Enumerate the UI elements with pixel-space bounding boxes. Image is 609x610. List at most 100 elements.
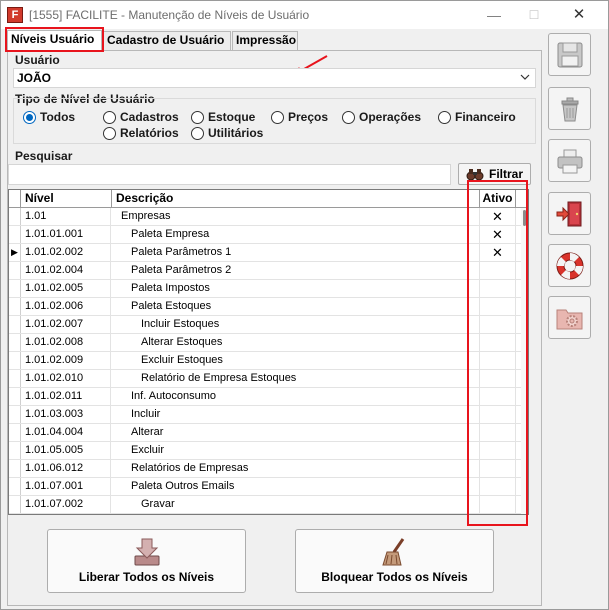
cell-ativo[interactable]: [480, 406, 516, 423]
cell-descricao[interactable]: Gravar: [111, 496, 480, 513]
settings-button[interactable]: [548, 296, 591, 339]
help-button[interactable]: [548, 244, 591, 287]
radio-operacoes[interactable]: Operações: [342, 109, 421, 125]
scrollbar-thumb[interactable]: [523, 210, 526, 226]
cell-nivel[interactable]: 1.01.02.006: [23, 298, 111, 315]
cell-nivel[interactable]: 1.01.02.010: [23, 370, 111, 387]
cell-nivel[interactable]: 1.01.02.009: [23, 352, 111, 369]
cell-descricao[interactable]: Paleta Estoques: [111, 298, 480, 315]
cell-nivel[interactable]: 1.01.02.011: [23, 388, 111, 405]
table-row[interactable]: 1.01.06.012 Relatórios de Empresas: [9, 460, 521, 478]
table-row[interactable]: 1.01.01.001 Paleta Empresa ✕: [9, 226, 521, 244]
cell-descricao[interactable]: Excluir Estoques: [111, 352, 480, 369]
filter-button[interactable]: Filtrar: [458, 163, 531, 185]
cell-descricao[interactable]: Excluir: [111, 442, 480, 459]
close-button[interactable]: ✕: [568, 5, 590, 25]
cell-nivel[interactable]: 1.01.02.002: [23, 244, 111, 261]
radio-label: Preços: [288, 110, 329, 124]
cell-ativo[interactable]: ✕: [480, 208, 516, 225]
cell-nivel[interactable]: 1.01.07.002: [23, 496, 111, 513]
cell-descricao[interactable]: Incluir: [111, 406, 480, 423]
table-row[interactable]: 1.01.05.005 Excluir: [9, 442, 521, 460]
table-row[interactable]: 1.01.02.010 Relatório de Empresa Estoques: [9, 370, 521, 388]
cell-descricao[interactable]: Alterar: [111, 424, 480, 441]
minimize-button[interactable]: —: [483, 5, 505, 25]
cell-descricao[interactable]: Paleta Outros Emails: [111, 478, 480, 495]
tab-niveis-usuario[interactable]: Níveis Usuário: [7, 30, 102, 51]
cell-nivel[interactable]: 1.01.01.001: [23, 226, 111, 243]
cell-nivel[interactable]: 1.01: [23, 208, 111, 225]
table-row[interactable]: 1.01.07.002 Gravar: [9, 496, 521, 514]
table-row[interactable]: 1.01.02.005 Paleta Impostos: [9, 280, 521, 298]
radio-cadastros[interactable]: Cadastros: [103, 109, 179, 125]
column-header-ativo[interactable]: Ativo: [480, 190, 516, 208]
radio-utilitarios[interactable]: Utilitários: [191, 125, 263, 141]
tab-cadastro-usuario[interactable]: Cadastro de Usuário: [103, 31, 231, 50]
cell-ativo[interactable]: [480, 424, 516, 441]
save-button[interactable]: [548, 33, 591, 76]
cell-descricao[interactable]: Relatórios de Empresas: [111, 460, 480, 477]
column-header-descricao[interactable]: Descrição: [112, 190, 480, 208]
cell-nivel[interactable]: 1.01.03.003: [23, 406, 111, 423]
table-row[interactable]: 1.01.03.003 Incluir: [9, 406, 521, 424]
column-header-nivel[interactable]: Nível: [21, 190, 112, 208]
cell-nivel[interactable]: 1.01.02.005: [23, 280, 111, 297]
cell-descricao[interactable]: Relatório de Empresa Estoques: [111, 370, 480, 387]
cell-nivel[interactable]: 1.01.02.004: [23, 262, 111, 279]
release-all-button[interactable]: Liberar Todos os Níveis: [47, 529, 246, 593]
tab-impressao[interactable]: Impressão: [232, 31, 298, 50]
cell-nivel[interactable]: 1.01.02.007: [23, 316, 111, 333]
cell-ativo[interactable]: [480, 316, 516, 333]
cell-nivel[interactable]: 1.01.07.001: [23, 478, 111, 495]
table-row[interactable]: 1.01.02.006 Paleta Estoques: [9, 298, 521, 316]
radio-estoque[interactable]: Estoque: [191, 109, 255, 125]
cell-nivel[interactable]: 1.01.04.004: [23, 424, 111, 441]
table-row[interactable]: 1.01.02.004 Paleta Parâmetros 2: [9, 262, 521, 280]
cell-descricao[interactable]: Paleta Empresa: [111, 226, 480, 243]
cell-ativo[interactable]: [480, 388, 516, 405]
user-select[interactable]: JOÃO: [13, 68, 536, 88]
cell-ativo[interactable]: [480, 298, 516, 315]
search-input[interactable]: [8, 164, 451, 185]
cell-nivel[interactable]: 1.01.05.005: [23, 442, 111, 459]
radio-financeiro[interactable]: Financeiro: [438, 109, 516, 125]
table-row[interactable]: 1.01.02.011 Inf. Autoconsumo: [9, 388, 521, 406]
cell-descricao[interactable]: Inf. Autoconsumo: [111, 388, 480, 405]
table-row[interactable]: 1.01.02.009 Excluir Estoques: [9, 352, 521, 370]
block-all-button[interactable]: Bloquear Todos os Níveis: [295, 529, 494, 593]
chevron-down-icon[interactable]: [520, 70, 530, 87]
cell-ativo[interactable]: [480, 370, 516, 387]
cell-descricao[interactable]: Empresas: [111, 208, 480, 225]
cell-ativo[interactable]: ✕: [480, 244, 516, 261]
cell-ativo[interactable]: [480, 442, 516, 459]
table-row[interactable]: ▶ 1.01.02.002 Paleta Parâmetros 1 ✕: [9, 244, 521, 262]
cell-ativo[interactable]: [480, 262, 516, 279]
cell-ativo[interactable]: ✕: [480, 226, 516, 243]
cell-descricao[interactable]: Paleta Parâmetros 2: [111, 262, 480, 279]
cell-ativo[interactable]: [480, 352, 516, 369]
print-button[interactable]: [548, 139, 591, 182]
radio-relatorios[interactable]: Relatórios: [103, 125, 179, 141]
cell-ativo[interactable]: [480, 280, 516, 297]
table-row[interactable]: 1.01.07.001 Paleta Outros Emails: [9, 478, 521, 496]
maximize-button[interactable]: ☐: [523, 5, 545, 25]
delete-button[interactable]: [548, 87, 591, 130]
cell-nivel[interactable]: 1.01.02.008: [23, 334, 111, 351]
cell-nivel[interactable]: 1.01.06.012: [23, 460, 111, 477]
cell-descricao[interactable]: Paleta Parâmetros 1: [111, 244, 480, 261]
table-row[interactable]: 1.01.02.008 Alterar Estoques: [9, 334, 521, 352]
cell-ativo[interactable]: [480, 460, 516, 477]
cell-descricao[interactable]: Alterar Estoques: [111, 334, 480, 351]
cell-descricao[interactable]: Paleta Impostos: [111, 280, 480, 297]
table-row[interactable]: 1.01.04.004 Alterar: [9, 424, 521, 442]
radio-precos[interactable]: Preços: [271, 109, 328, 125]
cell-ativo[interactable]: [480, 496, 516, 513]
table-row[interactable]: 1.01 Empresas ✕: [9, 208, 521, 226]
exit-button[interactable]: [548, 192, 591, 235]
radio-todos[interactable]: Todos: [23, 109, 75, 125]
table-row[interactable]: 1.01.02.007 Incluir Estoques: [9, 316, 521, 334]
grid-scrollbar[interactable]: [521, 208, 528, 514]
cell-descricao[interactable]: Incluir Estoques: [111, 316, 480, 333]
cell-ativo[interactable]: [480, 478, 516, 495]
cell-ativo[interactable]: [480, 334, 516, 351]
